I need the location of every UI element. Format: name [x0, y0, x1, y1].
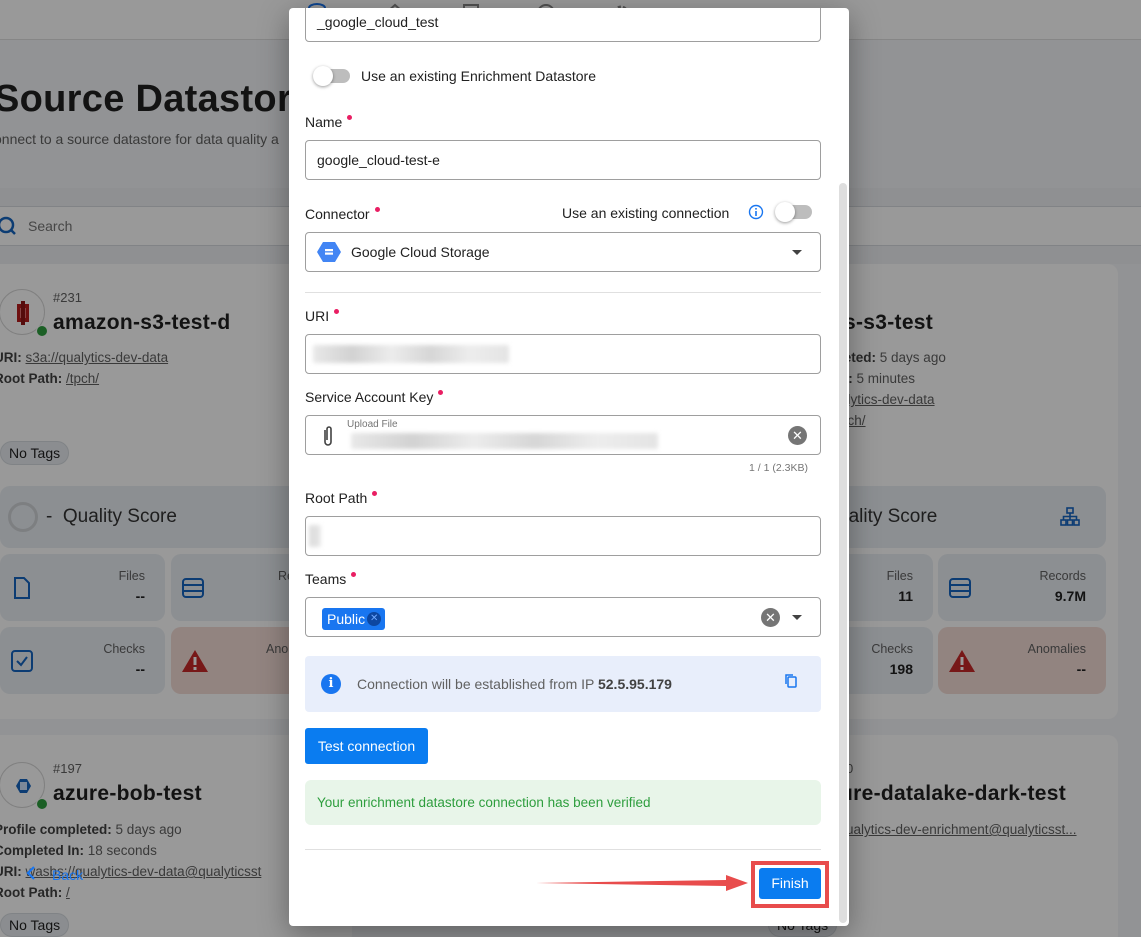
chevron-down-icon[interactable]	[792, 250, 802, 255]
redacted-file-name	[351, 433, 658, 449]
root-path-label: Root Path	[305, 490, 378, 506]
annotation-arrow	[536, 875, 748, 891]
back-button[interactable]: Back	[26, 866, 83, 883]
ip-address: 52.5.95.179	[597, 676, 672, 692]
team-chip-public[interactable]: Public ✕	[322, 608, 386, 630]
footer-divider	[305, 849, 821, 850]
info-icon[interactable]	[748, 204, 764, 225]
finish-button[interactable]: Finish	[759, 868, 821, 899]
name-input[interactable]: google_cloud-test-e	[305, 140, 821, 180]
required-indicator	[347, 115, 353, 120]
clear-teams-icon[interactable]: ✕	[761, 608, 780, 627]
root-path-input[interactable]	[305, 516, 821, 556]
section-divider	[305, 292, 821, 293]
redacted-value	[313, 345, 509, 363]
use-existing-connection-label: Use an existing connection	[562, 205, 730, 221]
modal-scrollbar[interactable]	[839, 183, 847, 923]
prefix-input[interactable]: _google_cloud_test	[305, 8, 821, 42]
use-existing-enrichment-label: Use an existing Enrichment Datastore	[361, 68, 596, 84]
name-label: Name	[305, 114, 353, 130]
teams-label: Teams	[305, 571, 357, 587]
required-indicator	[438, 390, 444, 395]
copy-icon[interactable]	[785, 674, 797, 688]
teams-select[interactable]: Public ✕ ✕	[305, 597, 821, 637]
remove-team-icon[interactable]: ✕	[367, 612, 382, 626]
required-indicator	[351, 572, 357, 577]
info-icon: i	[321, 674, 341, 694]
connector-select[interactable]: Google Cloud Storage	[305, 232, 821, 272]
connector-label: Connector	[305, 206, 380, 222]
chevron-left-icon	[26, 866, 36, 883]
paperclip-icon	[321, 425, 335, 452]
uri-input[interactable]	[305, 334, 821, 374]
redacted-value	[309, 525, 321, 547]
upload-file-label: Upload File	[347, 419, 398, 430]
required-indicator	[374, 207, 380, 212]
test-connection-button[interactable]: Test connection	[305, 728, 428, 764]
chevron-down-icon[interactable]	[792, 615, 802, 620]
use-existing-enrichment-toggle[interactable]	[313, 66, 350, 86]
google-cloud-storage-icon	[317, 241, 341, 268]
uri-label: URI	[305, 308, 340, 324]
add-enrichment-datastore-dialog: _google_cloud_test Use an existing Enric…	[289, 8, 849, 926]
connection-verified-banner: Your enrichment datastore connection has…	[305, 780, 821, 825]
required-indicator	[372, 491, 378, 496]
file-count: 1 / 1 (2.3KB)	[749, 462, 808, 474]
use-existing-connection-toggle[interactable]	[775, 202, 812, 222]
remove-file-icon[interactable]: ✕	[788, 426, 807, 445]
service-account-key-upload[interactable]: Upload File ✕	[305, 415, 821, 455]
required-indicator	[334, 309, 340, 314]
service-account-key-label: Service Account Key	[305, 389, 444, 405]
ip-info-banner: i Connection will be established from IP…	[305, 656, 821, 712]
